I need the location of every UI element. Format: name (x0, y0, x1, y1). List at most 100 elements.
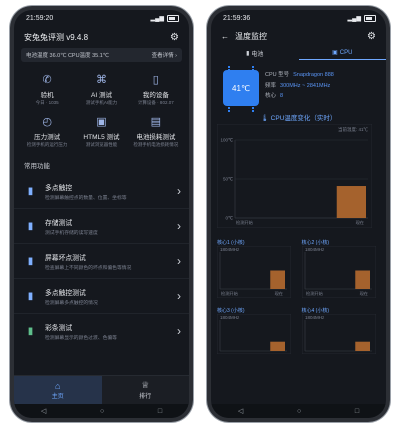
battery-icon: ▤ (150, 116, 162, 128)
list-item[interactable]: ▮ 存储测试 测试手机存储的读写速度 › (14, 208, 189, 243)
monitor-tab-0[interactable]: ▮ 电池 (211, 46, 299, 60)
cpu-temperature: 41℃ (232, 83, 250, 93)
back-arrow-icon[interactable]: ← (221, 32, 229, 41)
list-item-title: 多点触控测试 (45, 289, 86, 297)
screen-icon: ▮ (27, 255, 34, 267)
recents-nav-icon-right[interactable]: □ (355, 408, 359, 415)
feature-label: AI 测试 (91, 92, 112, 99)
temperature-info-bar[interactable]: 电池温度 36.0℃ CPU温度 35.1℃ 查看详情 › (21, 48, 182, 62)
temperature-bar (354, 341, 370, 351)
list-item-text: 多点触控测试检测屏幕多点触控的情况 (45, 287, 177, 306)
feature-sub: 检测手机的运行压力 (26, 142, 68, 147)
chevron-right-icon: › (177, 219, 181, 233)
home-nav-icon-right[interactable]: ○ (297, 408, 301, 415)
core-chart-title: 核心2 (小核) (302, 239, 381, 246)
feature-sub: 测试浏览器性能 (85, 142, 118, 147)
list-item[interactable]: ▮ 彩条测试 检测屏幕显示的颜色过渡、色偏等 › (14, 313, 189, 348)
list-item-sub: 检测屏幕多点触控的情况 (45, 300, 98, 306)
chart-title: 🌡 CPU温度变化（实时） (211, 112, 386, 122)
x-tick-label: 现在 (275, 290, 283, 297)
cpu-info: CPU 型号 Snapdragon 888 频率 300MHz ~ 2841MHz 核心… (265, 70, 334, 106)
core-chart-title: 核心4 (小核) (302, 307, 381, 314)
feature-1[interactable]: ⌘ AI 测试 测试手机AI能力 (74, 74, 128, 106)
chevron-right-icon: › (177, 184, 181, 198)
list-item-sub: 检测屏幕显示的颜色过渡、色偏等 (45, 335, 117, 341)
x-tick-label: 检测开始 (221, 290, 239, 297)
system-nav-bar-right: ◁ ○ □ (211, 404, 386, 418)
feature-label: 我的设备 (142, 92, 169, 99)
list-item[interactable]: ▮ 多点触控测试 检测屏幕多点触控的情况 › (14, 278, 189, 313)
y-tick-label: 50℃ (223, 177, 234, 182)
cpu-tab-icon: ▣ (332, 50, 338, 56)
status-time: 21:59:20 (26, 14, 54, 22)
list-item-sub: 测试手机存储的读写速度 (45, 230, 98, 236)
chart-title-text: CPU温度变化（实时） (270, 115, 337, 122)
feature-2[interactable]: ▯ 我的设备 计算设备 · 802.07 (129, 74, 183, 106)
cpu-info-value: 300MHz ~ 2841MHz (280, 82, 331, 89)
gear-icon[interactable]: ⚙ (170, 32, 179, 43)
cpu-info-value: 8 (280, 93, 284, 99)
list-item[interactable]: ▮ 屏幕坏点测试 检查屏幕上不同颜色的坏点和偏色等情况 › (14, 243, 189, 278)
tab-1[interactable]: ♕ 排行 (102, 376, 190, 404)
monitor-header: ← 温度监控 ⚙ (211, 26, 386, 46)
cpu-info-key: CPU 型号 (265, 72, 290, 78)
core-chart-svg: 1804MHz (301, 313, 376, 355)
tab-0[interactable]: ⌂ 主页 (14, 376, 102, 404)
x-tick-label: 现在 (356, 219, 364, 226)
recents-nav-icon[interactable]: □ (158, 408, 162, 415)
tab-label: 排行 (139, 394, 152, 400)
monitor-tab-1[interactable]: ▣ CPU (298, 46, 386, 60)
status-bar-right: 21:59:36 ▂▄▆ (211, 10, 386, 26)
details-link[interactable]: 查看详情 › (152, 51, 177, 59)
core-name: 核心3 (小核) (217, 308, 245, 314)
temperature-bar (336, 186, 366, 218)
tab-label: 主页 (51, 393, 64, 400)
cpu-info-value: Snapdragon 888 (293, 72, 334, 78)
list-item-text: 存储测试 测试手机存储的读写速度 (45, 217, 177, 236)
chart-subtitle: 1804MHz (220, 315, 240, 320)
list-item[interactable]: ▮ 多点触控 检测屏幕触控点的数量、位置、坐标等 › (14, 174, 189, 208)
core-chart-svg: 1804MHz 检测开始 现在 (216, 245, 292, 299)
battery-status-icon (167, 14, 179, 22)
core-chart-svg: 1804MHz (216, 313, 292, 355)
chevron-right-icon: › (177, 324, 181, 338)
left-phone: 21:59:20 ▂▄▆ 安兔兔评测 v9.4.8 ⚙ 电池温度 36.0℃ C… (10, 6, 193, 422)
device-icon: ▯ (152, 74, 159, 86)
core-name: 核心2 (小核) (301, 240, 330, 246)
tool-list: ▮ 多点触控 检测屏幕触控点的数量、位置、坐标等 › ▮ 存储测试 测试手机存储的读写速度 ›… (14, 174, 189, 348)
multitouch-test-icon: ▮ (27, 290, 34, 302)
core-chart-title: 核心1 (小核) (217, 239, 296, 246)
cpu-info-key: 频率 (265, 82, 277, 89)
phone-icon: ✆ (42, 74, 52, 86)
storage-icon: ▮ (27, 220, 34, 232)
multitouch-icon: ▮ (27, 185, 34, 197)
ai-icon: ⌘ (95, 74, 107, 86)
feature-3[interactable]: ◴ 压力测试 检测手机的运行压力 (20, 116, 74, 148)
feature-sub: 计算设备 · 802.07 (137, 100, 174, 105)
monitor-title: 温度监控 (235, 31, 267, 41)
back-nav-icon-right[interactable]: ◁ (238, 407, 243, 415)
gear-icon-right[interactable]: ⚙ (367, 31, 376, 42)
chart-subtitle: 1804MHz (220, 247, 240, 252)
app-title: 安兔兔评测 v9.4.8 (24, 32, 89, 42)
back-nav-icon[interactable]: ◁ (41, 407, 46, 415)
feature-0[interactable]: ✆ 验机 今日 · 1035 (20, 74, 74, 106)
cpu-card: 41℃ CPU 型号 Snapdragon 888 频率 300MHz ~ 2841M… (211, 60, 386, 110)
core-chart-1: 核心1 (小核) 1804MHz 检测开始 现在 (216, 239, 296, 303)
list-item-text: 多点触控 检测屏幕触控点的数量、位置、坐标等 (45, 182, 177, 201)
status-icons-right: ▂▄▆ (348, 14, 376, 22)
color-icon: ▮ (27, 325, 34, 337)
html5-icon: ▣ (96, 116, 107, 128)
list-item-text: 屏幕坏点测试 检查屏幕上不同颜色的坏点和偏色等情况 (45, 252, 177, 271)
feature-sub: 测试手机AI能力 (85, 100, 118, 105)
core-name: 核心4 (小核) (301, 308, 330, 314)
list-item-text: 彩条测试 检测屏幕显示的颜色过渡、色偏等 (45, 322, 177, 341)
feature-4[interactable]: ▣ HTML5 测试 测试浏览器性能 (74, 116, 128, 148)
battery-tab-icon: ▮ (246, 50, 250, 57)
temperature-bar (354, 270, 370, 289)
home-nav-icon[interactable]: ○ (100, 408, 104, 415)
chart-subtitle: 当前温度: 41℃ (338, 126, 369, 133)
signal-icon: ▂▄▆ (150, 15, 164, 22)
feature-5[interactable]: ▤ 电池损耗测试 检测手机电池损耗情况 (129, 116, 183, 148)
feature-label: 验机 (40, 92, 54, 99)
